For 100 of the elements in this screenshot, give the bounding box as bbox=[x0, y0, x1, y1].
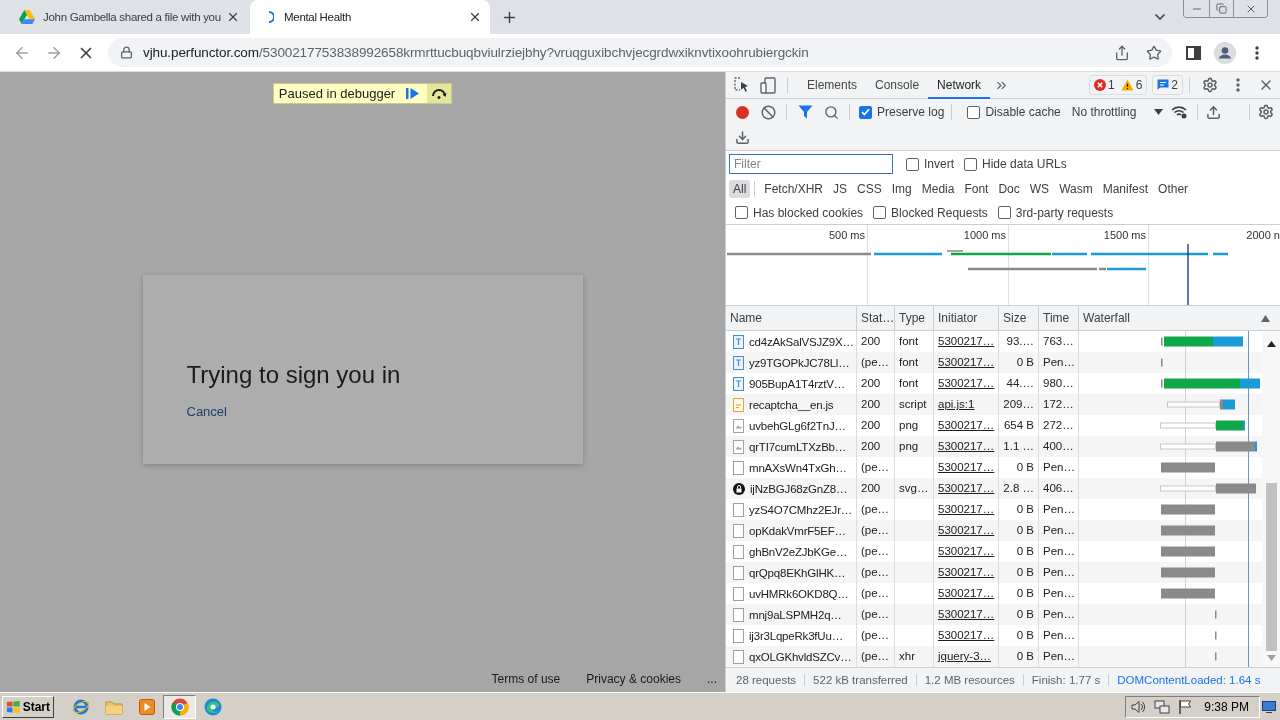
footer-link[interactable]: Privacy & cookies bbox=[586, 672, 681, 686]
summary-text: 28 requests bbox=[735, 674, 798, 686]
checkbox-label[interactable]: 3rd-party requests bbox=[1015, 205, 1114, 220]
close-icon[interactable] bbox=[226, 10, 240, 24]
type-filter-button[interactable]: Media bbox=[916, 180, 960, 198]
filter-input[interactable]: Filter bbox=[729, 154, 893, 174]
column-header[interactable]: Time bbox=[1039, 306, 1079, 330]
checkbox[interactable] bbox=[873, 206, 887, 219]
devtools-tab[interactable]: Network bbox=[928, 71, 991, 99]
initiator-link[interactable]: 5300217… bbox=[938, 440, 995, 452]
flag-icon[interactable] bbox=[1178, 698, 1193, 715]
checkbox-label[interactable]: Blocked Requests bbox=[891, 205, 988, 220]
request-name[interactable]: qxOLGKhvldSZCv… bbox=[749, 650, 852, 663]
request-name[interactable]: yzS4O7CMhz2EJr… bbox=[749, 503, 853, 516]
time-tick-label: 1500 ms bbox=[1103, 229, 1146, 241]
warning-count-button[interactable]: 6 bbox=[1119, 78, 1144, 92]
checkbox-label[interactable]: Disable cache bbox=[985, 105, 1061, 119]
footer-link[interactable]: ... bbox=[707, 672, 717, 686]
checkbox-label[interactable]: Preserve log bbox=[877, 105, 945, 119]
waterfall-bar bbox=[1161, 546, 1215, 557]
column-header[interactable]: Name bbox=[726, 306, 857, 330]
request-name[interactable]: ij3r3LqpeRk3fUu… bbox=[749, 629, 843, 642]
request-name[interactable]: yz9TGOPkJC78Ll… bbox=[749, 356, 850, 369]
type-filter-button[interactable]: WS bbox=[1024, 180, 1055, 198]
checkbox-label[interactable]: Invert bbox=[924, 157, 954, 171]
initiator-link[interactable]: 5300217… bbox=[938, 503, 995, 515]
address-bar[interactable]: vjhu.perfunctor.com/5300217753838992658krmrttucbuqbviulrziejbhy?vruqguxibchvjecgrdwxiknvtixoohrubiergckin bbox=[108, 38, 1172, 67]
type-filter-button[interactable]: Other bbox=[1153, 180, 1194, 198]
close-icon[interactable] bbox=[468, 10, 482, 24]
request-name[interactable]: uvbehGLg6f2TnJ… bbox=[749, 419, 846, 432]
request-name[interactable]: 905BupA1T4rztV… bbox=[749, 377, 846, 390]
column-header[interactable]: Initiator bbox=[934, 306, 999, 330]
scrollbar[interactable] bbox=[1262, 331, 1280, 667]
request-name[interactable]: qrQpq8EKhGlHK… bbox=[749, 566, 846, 579]
column-header[interactable]: Type bbox=[895, 306, 934, 330]
request-name[interactable]: ijNzBGJ68zGnZ8… bbox=[750, 482, 848, 495]
type-filter-button[interactable]: Img bbox=[886, 180, 917, 198]
type-filter-button[interactable]: Manifest bbox=[1097, 180, 1154, 198]
checkbox[interactable] bbox=[735, 206, 748, 219]
initiator-link[interactable]: 5300217… bbox=[938, 335, 995, 347]
type-filter-button[interactable]: Wasm bbox=[1054, 180, 1098, 198]
time-tick-label: 500 ms bbox=[828, 229, 865, 241]
type-filter-button[interactable]: Fetch/XHR bbox=[759, 180, 829, 198]
close-window-button[interactable] bbox=[1233, 0, 1267, 17]
initiator-link[interactable]: 5300217… bbox=[938, 482, 995, 494]
initiator-link[interactable]: 5300217… bbox=[938, 545, 995, 557]
initiator-link[interactable]: api.js:1 bbox=[938, 398, 975, 410]
bookmark-star-icon[interactable] bbox=[1146, 44, 1162, 61]
checkbox-label[interactable]: Has blocked cookies bbox=[753, 205, 864, 220]
column-header[interactable]: Waterfall bbox=[1079, 306, 1280, 330]
checkbox[interactable] bbox=[859, 105, 872, 119]
share-icon[interactable] bbox=[1114, 44, 1130, 61]
request-name[interactable]: mnAXsWn4TxGh… bbox=[749, 461, 847, 474]
initiator-link[interactable]: jquery-3… bbox=[938, 650, 992, 662]
browser-tab[interactable]: John Gambella shared a file with you bbox=[8, 0, 248, 34]
request-name[interactable]: ghBnV2eZJbKGe… bbox=[749, 545, 848, 558]
debugger-status-text: Paused in debugger bbox=[278, 86, 396, 101]
request-name[interactable]: recaptcha__en.js bbox=[749, 398, 834, 411]
wifi-gear-icon bbox=[1170, 105, 1188, 119]
devtools-tab[interactable]: Elements bbox=[798, 71, 867, 99]
footer-link[interactable]: Terms of use bbox=[491, 672, 561, 686]
initiator-link[interactable]: 5300217… bbox=[938, 566, 995, 578]
devtools-tab[interactable]: Console bbox=[866, 71, 929, 99]
initiator-link[interactable]: 5300217… bbox=[938, 608, 995, 620]
type-filter-button[interactable]: Font bbox=[959, 180, 994, 198]
initiator-link[interactable]: 5300217… bbox=[938, 587, 995, 599]
request-name[interactable]: mnj9aLSPMH2q… bbox=[749, 608, 842, 621]
step-over-button[interactable] bbox=[427, 84, 452, 103]
taskbar-app-button[interactable] bbox=[163, 694, 196, 719]
initiator-link[interactable]: 5300217… bbox=[938, 419, 995, 431]
checkbox-label[interactable]: Hide data URLs bbox=[982, 157, 1067, 171]
initiator-link[interactable]: 5300217… bbox=[938, 377, 995, 389]
checkbox[interactable] bbox=[906, 157, 919, 171]
browser-tab[interactable]: Mental Health bbox=[250, 0, 490, 34]
initiator-link[interactable]: 5300217… bbox=[938, 461, 995, 473]
request-name[interactable]: opKdakVmrF5EF… bbox=[749, 524, 846, 537]
start-button[interactable]: Start bbox=[2, 695, 54, 718]
speaker-icon[interactable] bbox=[1130, 698, 1147, 715]
column-header[interactable]: Size bbox=[999, 306, 1039, 330]
cancel-link[interactable]: Cancel bbox=[186, 403, 227, 420]
scroll-up-icon[interactable] bbox=[1266, 341, 1276, 347]
checkbox[interactable] bbox=[967, 105, 981, 119]
initiator-link[interactable]: 5300217… bbox=[938, 524, 995, 536]
checkbox[interactable] bbox=[997, 206, 1011, 219]
type-filter-button[interactable]: JS bbox=[828, 180, 853, 198]
type-filter-button[interactable]: All bbox=[729, 180, 751, 198]
column-header[interactable]: Stat… bbox=[857, 306, 895, 330]
request-name[interactable]: qrTI7cumLTXzBb… bbox=[749, 440, 847, 453]
request-name[interactable]: cd4zAkSalVSJZ9X… bbox=[749, 335, 854, 348]
type-filter-button[interactable]: Doc bbox=[993, 180, 1025, 198]
checkbox[interactable] bbox=[964, 157, 977, 171]
scrollbar-thumb[interactable] bbox=[1265, 483, 1277, 651]
initiator-link[interactable]: 5300217… bbox=[938, 356, 995, 368]
throttling-select[interactable]: No throttling bbox=[1071, 105, 1164, 119]
network-icon[interactable] bbox=[1154, 698, 1171, 715]
request-name[interactable]: uvHMRk6OKD8Q… bbox=[749, 587, 849, 600]
error-count-button[interactable]: 1 bbox=[1092, 78, 1116, 92]
type-filter-button[interactable]: CSS bbox=[852, 180, 887, 198]
initiator-link[interactable]: 5300217… bbox=[938, 629, 995, 641]
summary-text: 1.2 MB resources bbox=[915, 674, 1023, 686]
